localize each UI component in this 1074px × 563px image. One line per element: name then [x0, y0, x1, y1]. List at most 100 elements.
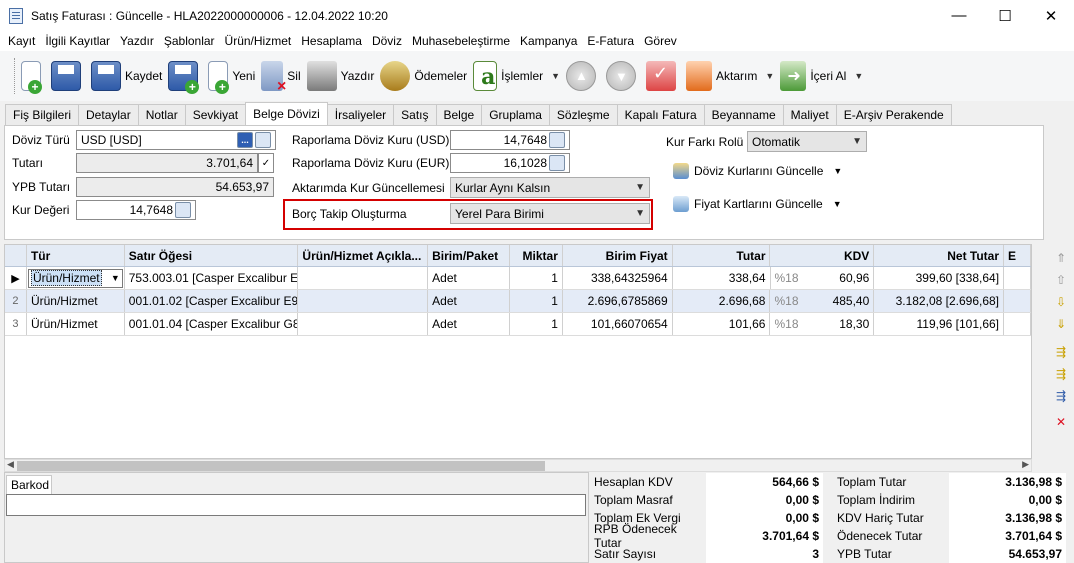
- insert-row-icon[interactable]: ⇶: [1053, 344, 1069, 360]
- cell-satir-ogesi[interactable]: 001.01.02 [Casper Excalibur E9...: [125, 290, 299, 312]
- menu-doviz[interactable]: Döviz: [367, 34, 407, 48]
- import-button[interactable]: İçeri Al ▼: [780, 54, 863, 98]
- rate-icon[interactable]: [549, 132, 565, 148]
- scroll-right-icon[interactable]: ▶: [1022, 459, 1029, 470]
- minimize-button[interactable]: —: [936, 0, 982, 31]
- chevron-down-icon[interactable]: ▼: [833, 166, 842, 176]
- cell-kdv[interactable]: %18 485,40: [770, 290, 875, 312]
- cell-tutar[interactable]: 101,66: [673, 313, 771, 335]
- table-row[interactable]: ▶ Ürün/Hizmet ▼ 753.003.01 [Casper Excali…: [5, 267, 1031, 290]
- tab-belge[interactable]: Belge: [435, 104, 483, 125]
- col-tutar[interactable]: Tutar: [673, 245, 771, 266]
- tab-belge-dovizi[interactable]: Belge Dövizi: [245, 102, 328, 125]
- cell-aciklama[interactable]: [298, 313, 429, 335]
- tab-sevkiyat[interactable]: Sevkiyat: [184, 104, 247, 125]
- cell-birim-fiyat[interactable]: 101,66070654: [563, 313, 673, 335]
- cell-birim-fiyat[interactable]: 338,64325964: [563, 267, 673, 289]
- horizontal-scrollbar[interactable]: ◀ ▶: [4, 459, 1032, 472]
- tab-gruplama[interactable]: Gruplama: [481, 104, 550, 125]
- fiyat-guncelle-button[interactable]: Fiyat Kartlarını Güncelle ▼: [673, 196, 842, 212]
- tab-barkod[interactable]: Barkod: [6, 475, 52, 494]
- transfer-button[interactable]: Aktarım ▼: [686, 54, 774, 98]
- tab-detaylar[interactable]: Detaylar: [78, 104, 139, 125]
- new-record-button[interactable]: [21, 54, 45, 98]
- table-row[interactable]: 3 Ürün/Hizmet 001.01.04 [Casper Excalibu…: [5, 313, 1031, 336]
- cell-extra[interactable]: [1004, 267, 1031, 289]
- save-button[interactable]: Kaydet: [91, 54, 162, 98]
- rate-icon[interactable]: [175, 202, 191, 218]
- col-satir-ogesi[interactable]: Satır Öğesi: [125, 245, 299, 266]
- tab-fis-bilgileri[interactable]: Fiş Bilgileri: [5, 104, 80, 125]
- cell-tur[interactable]: Ürün/Hizmet: [27, 313, 125, 335]
- move-up-button[interactable]: [566, 54, 600, 98]
- tab-kapali-fatura[interactable]: Kapalı Fatura: [616, 104, 705, 125]
- tur-select[interactable]: Ürün/Hizmet ▼: [27, 268, 123, 288]
- aktarim-kur-select[interactable]: Kurlar Aynı Kalsın ▼: [450, 177, 650, 198]
- cell-tutar[interactable]: 2.696,68: [673, 290, 771, 312]
- doviz-turu-field[interactable]: USD [USD] ...: [76, 130, 276, 150]
- doviz-guncelle-button[interactable]: Döviz Kurlarını Güncelle ▼: [673, 163, 842, 179]
- cell-birim-fiyat[interactable]: 2.696,6785869: [563, 290, 673, 312]
- col-kdv[interactable]: KDV: [770, 245, 875, 266]
- save-new-button[interactable]: [168, 54, 202, 98]
- col-birim-fiyat[interactable]: Birim Fiyat: [563, 245, 673, 266]
- cell-satir-ogesi[interactable]: 001.01.04 [Casper Excalibur G8...: [125, 313, 299, 335]
- menu-ilgili-kayitlar[interactable]: İlgili Kayıtlar: [40, 34, 115, 48]
- col-birim[interactable]: Birim/Paket: [428, 245, 510, 266]
- cell-tur[interactable]: Ürün/Hizmet: [27, 290, 125, 312]
- rap-usd-field[interactable]: 14,7648: [450, 130, 570, 150]
- print-button[interactable]: Yazdır: [306, 54, 374, 98]
- save-as-button[interactable]: [51, 54, 85, 98]
- cell-birim[interactable]: Adet: [428, 267, 510, 289]
- tutari-dropdown[interactable]: ✓: [258, 153, 274, 173]
- menu-muhasebelestirme[interactable]: Muhasebeleştirme: [407, 34, 515, 48]
- copy-row-icon[interactable]: ⇶: [1053, 366, 1069, 382]
- tab-irsaliyeler[interactable]: İrsaliyeler: [326, 104, 395, 125]
- cell-aciklama[interactable]: [298, 290, 429, 312]
- cell-miktar[interactable]: 1: [510, 290, 563, 312]
- cell-extra[interactable]: [1004, 313, 1031, 335]
- cell-tur[interactable]: Ürün/Hizmet ▼: [27, 267, 125, 289]
- cell-net-tutar[interactable]: 399,60 [338,64]: [874, 267, 1005, 289]
- delete-row-icon[interactable]: ✕: [1053, 414, 1069, 430]
- col-aciklama[interactable]: Ürün/Hizmet Açıkla...: [298, 245, 429, 266]
- rap-eur-field[interactable]: 16,1028: [450, 153, 570, 173]
- maximize-button[interactable]: ☐: [982, 0, 1028, 31]
- menu-kampanya[interactable]: Kampanya: [515, 34, 582, 48]
- tab-notlar[interactable]: Notlar: [137, 104, 186, 125]
- kur-degeri-field[interactable]: 14,7648: [76, 200, 196, 220]
- cell-miktar[interactable]: 1: [510, 313, 563, 335]
- col-extra[interactable]: E: [1004, 245, 1031, 266]
- cell-net-tutar[interactable]: 119,96 [101,66]: [874, 313, 1005, 335]
- cell-kdv[interactable]: %18 60,96: [771, 267, 875, 289]
- move-bottom-icon[interactable]: ⇓: [1053, 316, 1069, 332]
- tab-satis[interactable]: Satış: [393, 104, 437, 125]
- new-button[interactable]: Yeni: [208, 54, 255, 98]
- menu-urun-hizmet[interactable]: Ürün/Hizmet: [220, 34, 297, 48]
- cell-kdv[interactable]: %18 18,30: [770, 313, 875, 335]
- chevron-down-icon[interactable]: ▼: [833, 199, 842, 209]
- move-down-icon[interactable]: ⇩: [1053, 294, 1069, 310]
- move-down-button[interactable]: [606, 54, 640, 98]
- close-button[interactable]: ✕: [1028, 0, 1074, 31]
- cell-aciklama[interactable]: [298, 267, 429, 289]
- table-row[interactable]: 2 Ürün/Hizmet 001.01.02 [Casper Excalibu…: [5, 290, 1031, 313]
- col-tur[interactable]: Tür: [27, 245, 125, 266]
- menu-kayit[interactable]: Kayıt: [3, 34, 40, 48]
- menu-yazdir[interactable]: Yazdır: [115, 34, 159, 48]
- payments-button[interactable]: Ödemeler: [380, 54, 467, 98]
- col-net-tutar[interactable]: Net Tutar: [874, 245, 1005, 266]
- tab-sozlesme[interactable]: Sözleşme: [548, 104, 618, 125]
- tutari-field[interactable]: 3.701,64: [76, 153, 258, 173]
- tab-e-arsiv-perakende[interactable]: E-Arşiv Perakende: [835, 104, 952, 125]
- delete-button[interactable]: Sil: [261, 54, 301, 98]
- menu-gorev[interactable]: Görev: [639, 34, 682, 48]
- menu-hesaplama[interactable]: Hesaplama: [296, 34, 367, 48]
- cell-miktar[interactable]: 1: [510, 267, 563, 289]
- tab-maliyet[interactable]: Maliyet: [782, 104, 837, 125]
- split-row-icon[interactable]: ⇶: [1053, 388, 1069, 404]
- cell-satir-ogesi[interactable]: 753.003.01 [Casper Excalibur E...: [125, 267, 299, 289]
- calendar-icon[interactable]: [255, 132, 271, 148]
- menu-e-fatura[interactable]: E-Fatura: [582, 34, 639, 48]
- chevron-down-icon[interactable]: ▼: [551, 71, 560, 81]
